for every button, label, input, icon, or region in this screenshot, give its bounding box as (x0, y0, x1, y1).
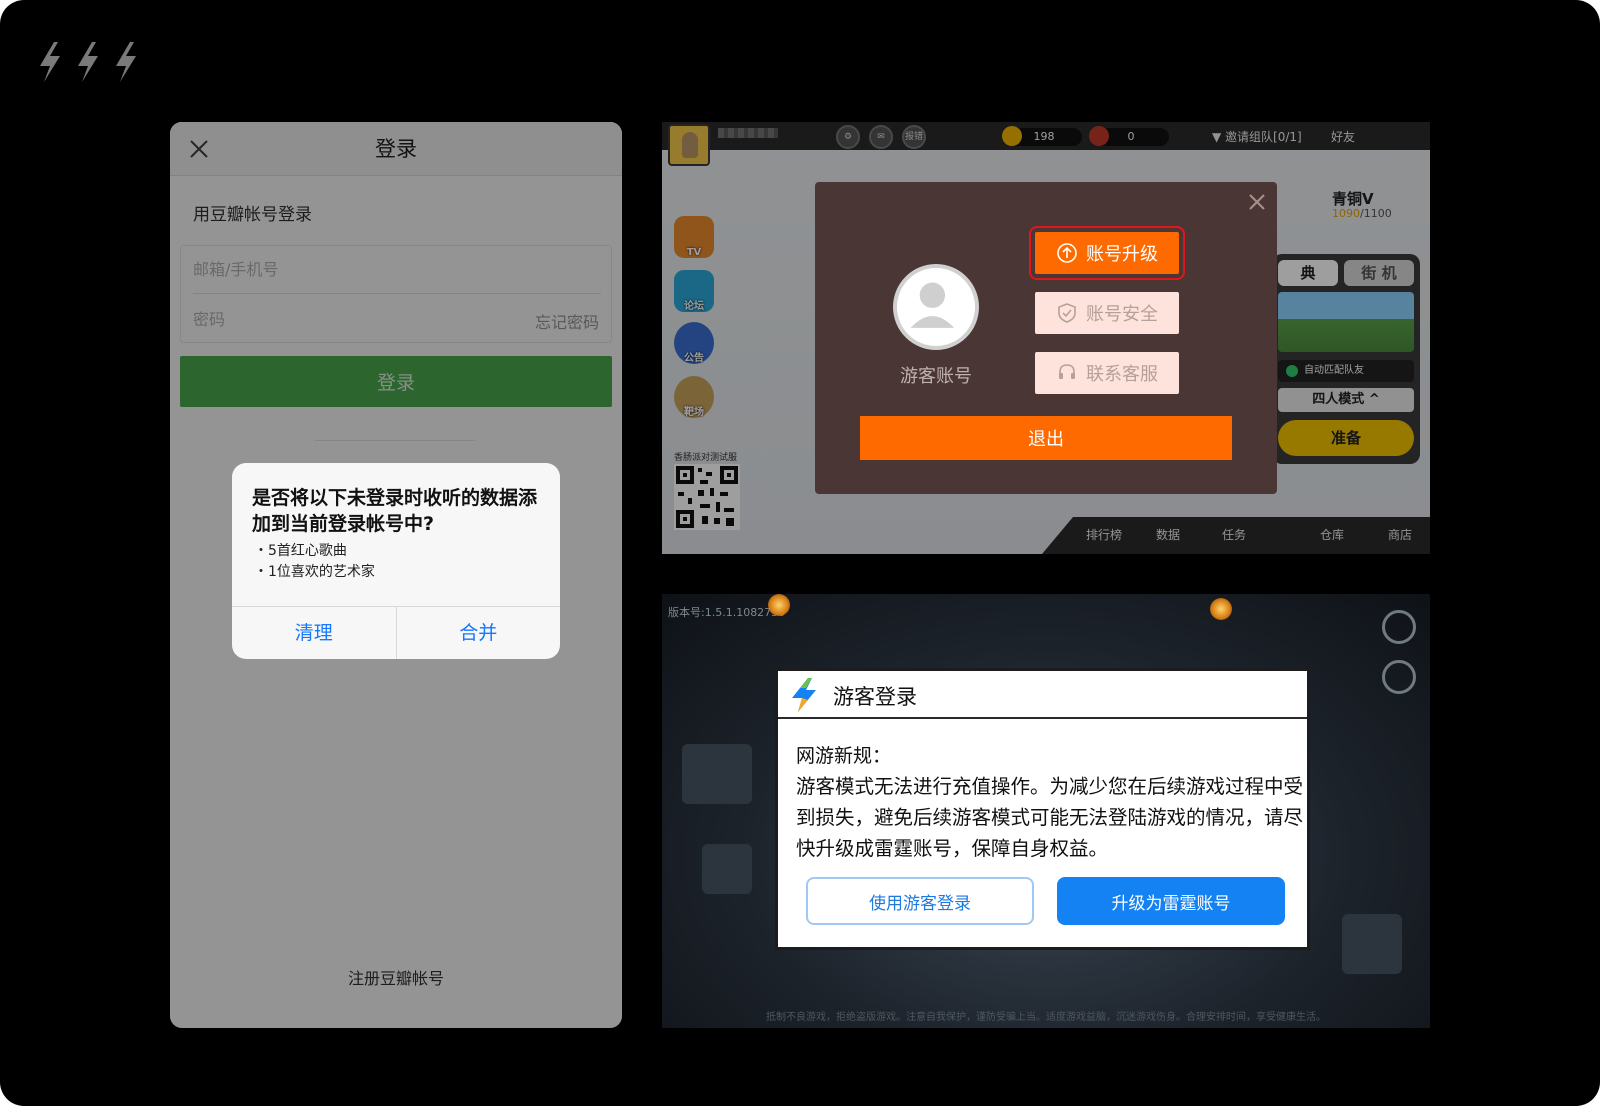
account-security-button[interactable]: 账号安全 (1035, 292, 1179, 334)
rock-decoration (702, 844, 752, 894)
dialog-title: 是否将以下未登录时收听的数据添加到当前登录帐号中? (252, 487, 538, 535)
notice-body: 游客模式无法进行充值操作。为减少您在后续游戏过程中受到损失，避免后续游客模式可能… (796, 775, 1304, 860)
clear-button[interactable]: 清理 (232, 607, 396, 659)
dialog-buttons: 清理 合并 (232, 606, 560, 659)
round-button-icon[interactable] (1382, 610, 1416, 644)
account-menu-modal: 游客账号 账号升级 账号安全 联系客服 退出 (815, 182, 1277, 494)
rock-decoration (682, 744, 752, 804)
account-upgrade-button[interactable]: 账号升级 (1029, 226, 1185, 280)
shield-icon (1058, 303, 1076, 323)
dialog-item-list: ・5首红心歌曲 ・1位喜欢的艺术家 (254, 541, 375, 583)
rock-decoration (1342, 914, 1402, 974)
guest-login-screen: 版本号:1.5.1.1082730 抵制不良游戏，拒绝盗版游戏。注意自我保护，谨… (662, 594, 1430, 1028)
torch-icon (1210, 598, 1232, 620)
close-icon[interactable] (1247, 192, 1267, 212)
account-upgrade-label: 账号升级 (1086, 244, 1158, 265)
lightning-logo-icon (40, 42, 136, 82)
upgrade-account-button[interactable]: 升级为雷霆账号 (1057, 877, 1285, 925)
guest-account-label: 游客账号 (900, 366, 972, 387)
dialog-header: 游客登录 (778, 671, 1307, 719)
round-button-icon[interactable] (1382, 660, 1416, 694)
account-security-label: 账号安全 (1086, 304, 1158, 325)
torch-icon (768, 594, 790, 616)
game-lobby-screen: ⚙ ✉ 报错 198 0 ▼ 邀请组队[0/1] 好友 TV 论坛 公告 靶场 … (662, 122, 1430, 554)
arrow-up-circle-icon (1057, 243, 1077, 263)
health-notice: 抵制不良游戏，拒绝盗版游戏。注意自我保护，谨防受骗上当。适度游戏益脑，沉迷游戏伤… (766, 1012, 1326, 1023)
screenshot-canvas: 登录 用豆瓣帐号登录 忘记密码 登录 注册豆瓣帐号 是否将以下未登录时收听的数据… (0, 0, 1600, 1106)
dialog-item: ・5首红心歌曲 (254, 543, 347, 559)
dialog-item: ・1位喜欢的艺术家 (254, 564, 375, 580)
merge-button[interactable]: 合并 (395, 607, 561, 659)
headset-icon (1059, 364, 1075, 379)
merge-data-dialog: 是否将以下未登录时收听的数据添加到当前登录帐号中? ・5首红心歌曲 ・1位喜欢的… (232, 463, 560, 659)
logout-button[interactable]: 退出 (860, 416, 1232, 460)
guest-login-dialog: 游客登录 网游新规： 游客模式无法进行充值操作。为减少您在后续游戏过程中受到损失… (775, 668, 1310, 950)
douban-login-screen: 登录 用豆瓣帐号登录 忘记密码 登录 注册豆瓣帐号 是否将以下未登录时收听的数据… (170, 122, 622, 1028)
contact-service-label: 联系客服 (1086, 364, 1158, 385)
guest-avatar-icon (893, 264, 979, 350)
contact-service-button[interactable]: 联系客服 (1035, 352, 1179, 394)
lightning-logo-icon (792, 678, 816, 712)
guest-login-button[interactable]: 使用游客登录 (806, 877, 1034, 925)
dialog-title: 游客登录 (833, 685, 917, 709)
notice-heading: 网游新规： (796, 745, 892, 767)
